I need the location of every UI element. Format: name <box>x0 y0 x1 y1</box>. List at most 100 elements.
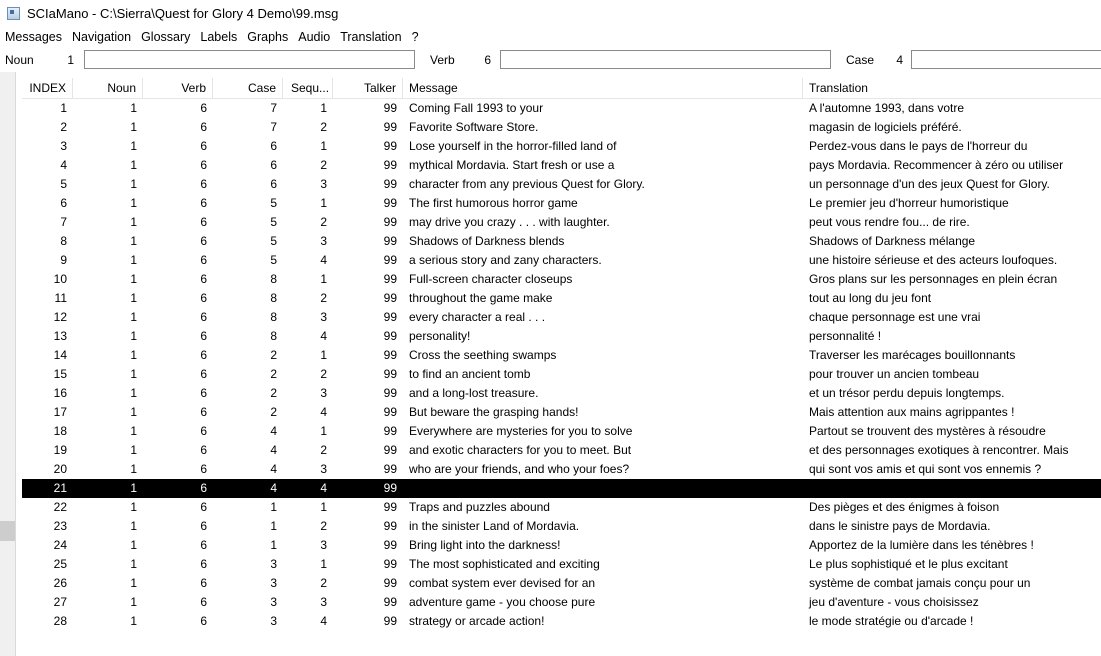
cell-sequence: 3 <box>320 310 327 324</box>
cell-verb: 6 <box>200 215 207 229</box>
table-row[interactable]: 8 1 6 5 3 99 Shadows of Darkness blends Shadows… <box>22 232 1101 251</box>
table-row[interactable]: 17 1 6 2 4 99 But beware the grasping hands! Ma… <box>22 403 1101 422</box>
cell-index: 15 <box>53 367 67 381</box>
table-row[interactable]: 26 1 6 3 2 99 combat system ever devised for a… <box>22 574 1101 593</box>
cell-noun: 1 <box>130 177 137 191</box>
cell-talker: 99 <box>383 291 397 305</box>
cell-talker: 99 <box>383 386 397 400</box>
column-talker[interactable]: Talker <box>333 78 403 98</box>
cell-verb: 6 <box>200 386 207 400</box>
table-row[interactable]: 27 1 6 3 3 99 adventure game - you choose pure… <box>22 593 1101 612</box>
column-case[interactable]: Case <box>213 78 283 98</box>
column-index[interactable]: INDEX <box>22 78 73 98</box>
table-row[interactable]: 28 1 6 3 4 99 strategy or arcade action! le mod… <box>22 612 1101 631</box>
case-filter-input[interactable] <box>911 50 1101 69</box>
cell-message <box>403 479 803 498</box>
menu-navigation[interactable]: Navigation <box>67 27 136 48</box>
table-row[interactable]: 24 1 6 1 3 99 Bring light into the darkness! Ap… <box>22 536 1101 555</box>
cell-index: 17 <box>53 405 67 419</box>
table-row[interactable]: 10 1 6 8 1 99 Full-screen character closeups Gr… <box>22 270 1101 289</box>
cell-talker: 99 <box>383 405 397 419</box>
cell-case: 2 <box>270 367 277 381</box>
table-row[interactable]: 15 1 6 2 2 99 to find an ancient tomb pour trou… <box>22 365 1101 384</box>
cell-talker: 99 <box>383 139 397 153</box>
menu-messages[interactable]: Messages <box>0 27 67 48</box>
column-sequence[interactable]: Sequ... <box>283 78 333 98</box>
table-row[interactable]: 21 1 6 4 4 99 <box>22 479 1101 498</box>
cell-verb: 6 <box>200 481 207 495</box>
column-verb[interactable]: Verb <box>143 78 213 98</box>
table-row[interactable]: 11 1 6 8 2 99 throughout the game make tout au … <box>22 289 1101 308</box>
table-row[interactable]: 5 1 6 6 3 99 character from any previous Quest… <box>22 175 1101 194</box>
scrollbar-thumb[interactable] <box>0 521 15 541</box>
cell-sequence: 4 <box>320 253 327 267</box>
cell-talker: 99 <box>383 443 397 457</box>
table-row[interactable]: 4 1 6 6 2 99 mythical Mordavia. Start fresh or… <box>22 156 1101 175</box>
cell-translation: système de combat jamais conçu pour un <box>809 576 1031 590</box>
cell-verb: 6 <box>200 443 207 457</box>
cell-case: 2 <box>270 405 277 419</box>
cell-noun: 1 <box>130 424 137 438</box>
table-row[interactable]: 13 1 6 8 4 99 personality! personnalité ! <box>22 327 1101 346</box>
verb-filter-input[interactable] <box>500 50 831 69</box>
cell-sequence: 2 <box>320 215 327 229</box>
menu-glossary[interactable]: Glossary <box>136 27 195 48</box>
menu-graphs[interactable]: Graphs <box>242 27 293 48</box>
column-message[interactable]: Message <box>403 78 803 98</box>
cell-talker: 99 <box>383 215 397 229</box>
cell-index: 21 <box>53 481 67 495</box>
cell-index: 14 <box>53 348 67 362</box>
cell-case: 2 <box>270 348 277 362</box>
menu-help[interactable]: ? <box>407 27 424 48</box>
cell-case: 7 <box>270 101 277 115</box>
table-row[interactable]: 25 1 6 3 1 99 The most sophisticated and excit… <box>22 555 1101 574</box>
cell-noun: 1 <box>130 310 137 324</box>
table-row[interactable]: 9 1 6 5 4 99 a serious story and zany characte… <box>22 251 1101 270</box>
cell-talker: 99 <box>383 462 397 476</box>
column-translation[interactable]: Translation <box>803 78 1101 98</box>
noun-filter-input[interactable] <box>84 50 415 69</box>
table-row[interactable]: 23 1 6 1 2 99 in the sinister Land of Mordavia… <box>22 517 1101 536</box>
table-row[interactable]: 2 1 6 7 2 99 Favorite Software Store. magasin d… <box>22 118 1101 137</box>
column-noun[interactable]: Noun <box>73 78 143 98</box>
table-row[interactable]: 16 1 6 2 3 99 and a long-lost treasure. et un t… <box>22 384 1101 403</box>
cell-index: 28 <box>53 614 67 628</box>
table-row[interactable]: 7 1 6 5 2 99 may drive you crazy . . . with la… <box>22 213 1101 232</box>
cell-verb: 6 <box>200 272 207 286</box>
cell-verb: 6 <box>200 462 207 476</box>
table-row[interactable]: 14 1 6 2 1 99 Cross the seething swamps Travers… <box>22 346 1101 365</box>
cell-translation: Apportez de la lumière dans les ténèbres… <box>809 538 1034 552</box>
cell-message: every character a real . . . <box>409 310 546 324</box>
cell-sequence: 1 <box>320 348 327 362</box>
cell-case: 4 <box>270 481 277 495</box>
cell-case: 1 <box>270 538 277 552</box>
cell-index: 25 <box>53 557 67 571</box>
cell-message: But beware the grasping hands! <box>409 405 579 419</box>
table-row[interactable]: 1 1 6 7 1 99 Coming Fall 1993 to your A l'autom… <box>22 99 1101 118</box>
table-row[interactable]: 19 1 6 4 2 99 and exotic characters for you to… <box>22 441 1101 460</box>
menu-labels[interactable]: Labels <box>195 27 242 48</box>
table-row[interactable]: 18 1 6 4 1 99 Everywhere are mysteries for you… <box>22 422 1101 441</box>
table-row[interactable]: 12 1 6 8 3 99 every character a real . . . chaq… <box>22 308 1101 327</box>
cell-index: 1 <box>60 101 67 115</box>
menu-translation[interactable]: Translation <box>335 27 406 48</box>
cell-verb: 6 <box>200 234 207 248</box>
menu-audio[interactable]: Audio <box>293 27 335 48</box>
cell-sequence: 1 <box>320 196 327 210</box>
cell-noun: 1 <box>130 481 137 495</box>
table-row[interactable]: 6 1 6 5 1 99 The first humorous horror game Le … <box>22 194 1101 213</box>
cell-message: a serious story and zany characters. <box>409 253 602 267</box>
cell-talker: 99 <box>383 576 397 590</box>
cell-case: 8 <box>270 272 277 286</box>
cell-translation: tout au long du jeu font <box>809 291 932 305</box>
cell-translation: Shadows of Darkness mélange <box>809 234 976 248</box>
menu-bar: Messages Navigation Glossary Labels Grap… <box>0 27 1101 48</box>
table-row[interactable]: 22 1 6 1 1 99 Traps and puzzles abound Des pièg… <box>22 498 1101 517</box>
table-row[interactable]: 20 1 6 4 3 99 who are your friends, and who yo… <box>22 460 1101 479</box>
cell-index: 7 <box>60 215 67 229</box>
cell-case: 8 <box>270 310 277 324</box>
cell-sequence: 2 <box>320 291 327 305</box>
cell-message: Coming Fall 1993 to your <box>409 101 544 115</box>
cell-talker: 99 <box>383 234 397 248</box>
table-row[interactable]: 3 1 6 6 1 99 Lose yourself in the horror-fille… <box>22 137 1101 156</box>
